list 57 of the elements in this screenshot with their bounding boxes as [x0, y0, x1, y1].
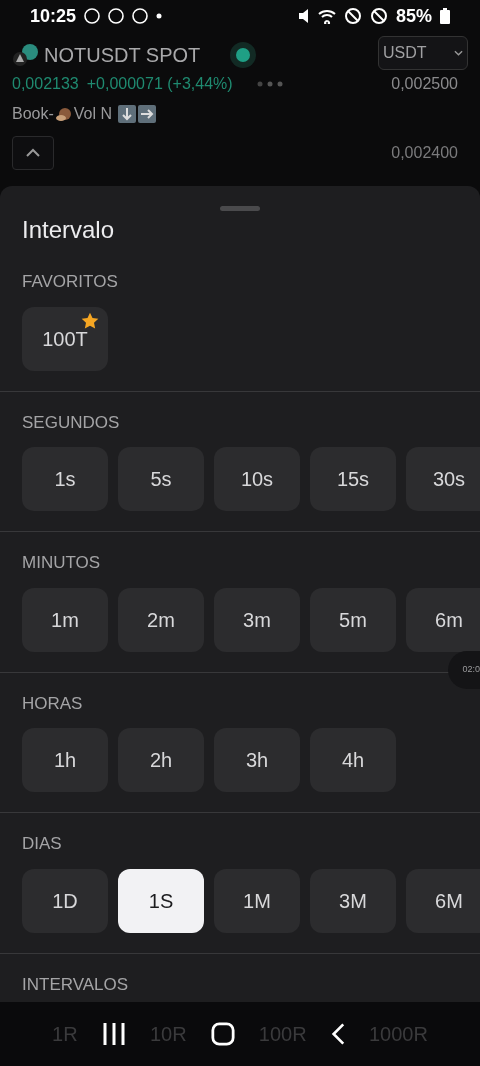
interval-option[interactable]: 6M	[406, 868, 480, 933]
blocked-icon	[369, 7, 388, 25]
indicator-label: Vol N	[73, 104, 113, 124]
interval-option[interactable]: 10s	[214, 447, 300, 511]
notification-icon	[84, 8, 101, 24]
axis-price-label: 0,002500	[391, 74, 458, 94]
home-icon[interactable]	[210, 1022, 235, 1046]
interval-option[interactable]: 1S	[118, 868, 204, 933]
interval-option[interactable]: 5m	[310, 587, 396, 652]
section-heading: DIAS	[21, 833, 63, 855]
interval-option[interactable]: 3m	[214, 587, 300, 652]
section-heading: MINUTOS	[21, 552, 102, 574]
price-change: +0,000071 (+3,44%)	[86, 74, 233, 94]
interval-option[interactable]: 2m	[118, 587, 204, 652]
interval-option[interactable]: 15s	[310, 447, 396, 511]
section-heading: INTERVALOS	[21, 973, 130, 996]
status-time: 10:25	[30, 4, 77, 28]
battery-icon	[440, 8, 450, 24]
interval-option[interactable]: 1M	[214, 868, 300, 933]
interval-option[interactable]: 4h	[310, 728, 396, 792]
mute-icon	[297, 7, 310, 25]
more-icon	[256, 81, 283, 87]
back-icon[interactable]	[330, 1022, 345, 1046]
last-price: 0,002133	[12, 74, 79, 94]
axis-price-label: 0,002400	[391, 143, 458, 163]
collapse-button[interactable]	[12, 136, 54, 170]
interval-option[interactable]: 30s	[406, 447, 480, 511]
coin-icon	[12, 43, 40, 67]
interval-option[interactable]: 3h	[214, 728, 300, 792]
snail-icon	[55, 106, 72, 122]
section-heading: HORAS	[21, 692, 84, 715]
chevron-up-icon	[25, 148, 41, 158]
section-heading: FAVORITOS	[21, 271, 119, 293]
interval-option[interactable]: 1D	[22, 868, 108, 933]
recent-apps-icon[interactable]	[101, 1021, 126, 1047]
interval-option[interactable]: 1s	[22, 447, 108, 511]
currency-select[interactable]: USDT	[378, 36, 468, 70]
interval-option[interactable]: 2h	[118, 728, 204, 792]
chevron-down-icon	[454, 50, 463, 56]
time-badge: 02:0	[448, 651, 480, 689]
dot-icon	[156, 13, 163, 19]
sheet-title: Intervalo	[21, 215, 116, 245]
drag-handle[interactable]	[220, 206, 260, 211]
interval-option[interactable]: 6m	[406, 587, 480, 652]
section-heading: SEGUNDOS	[21, 411, 121, 434]
wifi-icon	[317, 8, 336, 24]
battery-percent: 85%	[395, 4, 432, 28]
interval-option[interactable]: 1m	[22, 587, 108, 652]
interval-option[interactable]: 3M	[310, 868, 396, 933]
interval-option[interactable]: 5s	[118, 447, 204, 511]
symbol-title: NOTUSDT SPOT	[44, 43, 201, 68]
notification-icon	[132, 8, 149, 24]
interval-option[interactable]: 100T	[22, 306, 108, 371]
indicator-label: Book-	[12, 104, 54, 124]
interval-option[interactable]: 1h	[22, 728, 108, 792]
notification-icon	[108, 8, 125, 24]
blocked-icon	[343, 7, 362, 25]
